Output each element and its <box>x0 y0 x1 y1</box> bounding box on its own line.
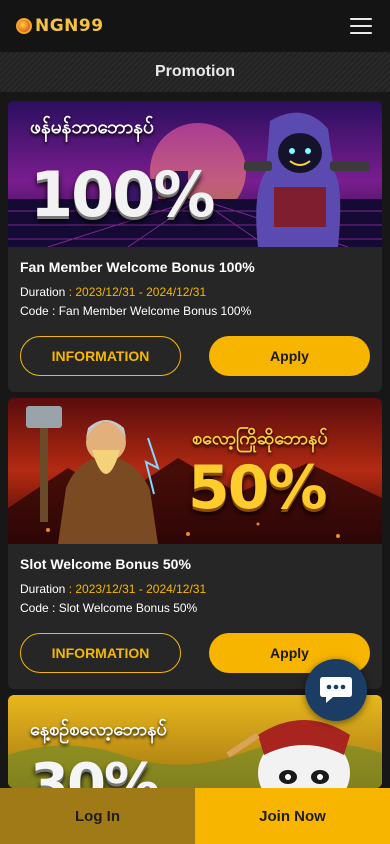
banner-percent: 50% <box>188 453 328 523</box>
promotion-code: Code : Slot Welcome Bonus 50% <box>20 599 370 618</box>
menu-line <box>350 25 372 27</box>
login-button[interactable]: Log In <box>0 788 195 844</box>
duration-label: Duration <box>20 582 66 596</box>
banner-heading: ဖန်မန်ဘာဘောနပ် <box>30 117 154 138</box>
top-bar: NGN99 <box>0 0 390 52</box>
menu-line <box>350 32 372 34</box>
banner-heading: စလော့ကြိုဆိုဘောနပ် <box>192 428 328 448</box>
duration-label: Duration <box>20 285 66 299</box>
page-header: Promotion <box>0 52 390 92</box>
page-title: Promotion <box>155 63 235 80</box>
promotion-code: Code : Fan Member Welcome Bonus 100% <box>20 302 370 321</box>
promotion-card: ဖန်မန်ဘာဘောနပ် 100% Fan Member Welcome B… <box>8 101 382 392</box>
bottom-action-bar: Log In Join Now <box>0 788 390 844</box>
code-value: Fan Member Welcome Bonus 100% <box>58 304 252 318</box>
information-button[interactable]: INFORMATION <box>20 336 181 376</box>
promotion-title: Slot Welcome Bonus 50% <box>20 556 191 572</box>
chat-button[interactable] <box>305 659 367 721</box>
brand-logo[interactable]: NGN99 <box>16 16 104 36</box>
duration-value: 2023/12/31 - 2024/12/31 <box>75 285 207 299</box>
promotion-duration: Duration : 2023/12/31 - 2024/12/31 <box>20 580 370 599</box>
separator: : <box>48 601 59 615</box>
promotion-banner[interactable]: စလော့ကြိုဆိုဘောနပ် 50% <box>8 398 382 544</box>
apply-button[interactable]: Apply <box>209 336 370 376</box>
promotion-duration: Duration : 2023/12/31 - 2024/12/31 <box>20 283 370 302</box>
chat-bubble-icon <box>320 677 352 703</box>
menu-line <box>350 18 372 20</box>
duration-value: 2023/12/31 - 2024/12/31 <box>75 582 207 596</box>
code-label: Code <box>20 304 49 318</box>
banner-percent: 30% <box>30 752 160 789</box>
join-now-button[interactable]: Join Now <box>195 788 390 844</box>
information-button[interactable]: INFORMATION <box>20 633 181 673</box>
promotion-title: Fan Member Welcome Bonus 100% <box>20 259 255 275</box>
banner-heading: နေ့စဉ်စလော့ဘောနပ် <box>30 719 167 739</box>
code-label: Code <box>20 601 49 615</box>
promotion-banner[interactable]: ဖန်မန်ဘာဘောနပ် 100% <box>8 101 382 247</box>
logo-text: NGN99 <box>35 16 104 36</box>
separator: : <box>65 285 76 299</box>
code-value: Slot Welcome Bonus 50% <box>58 601 198 615</box>
hamburger-menu-icon[interactable] <box>350 18 372 34</box>
logo-icon <box>16 18 32 34</box>
separator: : <box>48 304 59 318</box>
promotion-card: စလော့ကြိုဆိုဘောနပ် 50% Slot Welcome Bonu… <box>8 398 382 689</box>
banner-percent: 100% <box>30 158 216 231</box>
separator: : <box>65 582 76 596</box>
